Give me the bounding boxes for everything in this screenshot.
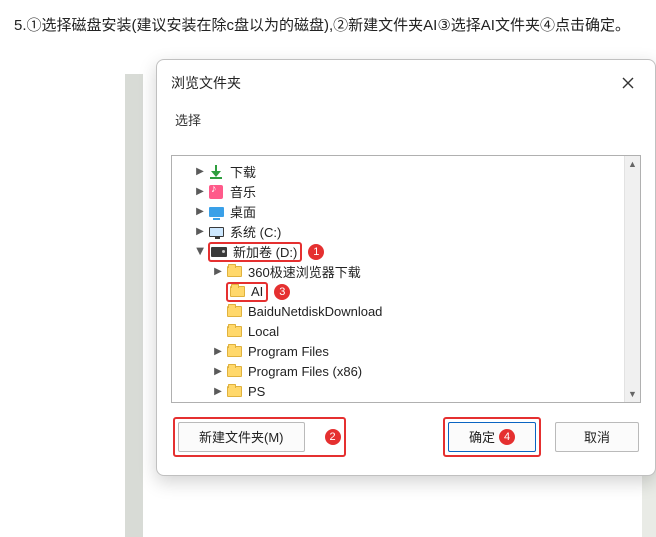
dialog-buttons: 新建文件夹(M) 2 确定 4 取消 <box>171 417 641 461</box>
scroll-up-icon[interactable]: ▲ <box>625 156 640 172</box>
folder-icon <box>226 304 242 320</box>
tree-label: 360极速浏览器下载 <box>248 262 361 281</box>
tree-label: PS <box>248 384 265 399</box>
tree-item-newvol-d[interactable]: ▶ 新加卷 (D:) 1 <box>176 242 636 262</box>
chevron-right-icon[interactable]: ▶ <box>212 386 224 397</box>
music-icon <box>208 184 224 200</box>
tree-item-system-c[interactable]: ▶ 系统 (C:) <box>176 222 636 242</box>
folder-icon <box>226 384 242 400</box>
folder-icon <box>226 324 242 340</box>
chevron-right-icon[interactable]: ▶ <box>212 366 224 377</box>
dialog-prompt: 选择 <box>175 110 641 129</box>
callout-badge: 1 <box>308 244 324 260</box>
chevron-down-icon[interactable]: ▶ <box>195 246 206 258</box>
chevron-right-icon[interactable]: ▶ <box>212 346 224 357</box>
drive-icon <box>211 244 227 260</box>
close-icon <box>622 77 634 89</box>
tree-label: 桌面 <box>230 202 256 221</box>
chevron-right-icon[interactable]: ▶ <box>194 166 206 177</box>
tree-item-downloads[interactable]: ▶ 下载 <box>176 162 636 182</box>
ok-button[interactable]: 确定 4 <box>448 422 536 452</box>
cancel-button[interactable]: 取消 <box>555 422 639 452</box>
tree-label: 下载 <box>230 162 256 181</box>
tree-item[interactable]: ▶ Program Files (x86) <box>176 362 636 382</box>
tree-label: Program Files <box>248 344 329 359</box>
tree-item[interactable]: Local <box>176 322 636 342</box>
tree-label: 系统 (C:) <box>230 222 281 241</box>
tree-label: Program Files (x86) <box>248 364 362 379</box>
titlebar: 浏览文件夹 <box>157 60 655 106</box>
tree-label: 新加卷 (D:) <box>233 242 297 261</box>
close-button[interactable] <box>615 70 641 96</box>
scrollbar[interactable]: ▲ ▼ <box>624 156 640 402</box>
browse-folder-dialog: 浏览文件夹 选择 ▶ 下载 ▶ 音乐 ▶ 桌 <box>156 59 656 476</box>
tree-item-desktop[interactable]: ▶ 桌面 <box>176 202 636 222</box>
callout-badge: 2 <box>325 429 341 445</box>
tree-label: AI <box>251 284 263 299</box>
instruction-text: 5.①选择磁盘安装(建议安装在除c盘以为的磁盘),②新建文件夹AI③选择AI文件… <box>14 12 642 41</box>
folder-tree: ▶ 下载 ▶ 音乐 ▶ 桌面 ▶ 系统 (C:) <box>171 155 641 403</box>
tree-item[interactable]: ▶ 360极速浏览器下载 <box>176 262 636 282</box>
chevron-right-icon[interactable]: ▶ <box>194 226 206 237</box>
chevron-right-icon[interactable]: ▶ <box>194 206 206 217</box>
desktop-icon <box>208 204 224 220</box>
tree-item-music[interactable]: ▶ 音乐 <box>176 182 636 202</box>
callout-highlight: 新建文件夹(M) 2 <box>173 417 346 457</box>
download-icon <box>208 164 224 180</box>
new-folder-button[interactable]: 新建文件夹(M) <box>178 422 305 452</box>
tree-item[interactable]: ▶ Program Files <box>176 342 636 362</box>
tree-item[interactable]: ▶ PS <box>176 382 636 402</box>
folder-icon <box>226 364 242 380</box>
tree-item[interactable]: BaiduNetdiskDownload <box>176 302 636 322</box>
chevron-right-icon[interactable]: ▶ <box>194 186 206 197</box>
background-decor <box>125 74 143 537</box>
tree-label: 音乐 <box>230 182 256 201</box>
tree-label: Local <box>248 324 279 339</box>
callout-highlight: AI <box>226 282 268 302</box>
callout-highlight: 新加卷 (D:) <box>208 242 302 262</box>
folder-icon <box>229 284 245 300</box>
folder-icon <box>226 344 242 360</box>
ok-label: 确定 <box>469 427 495 446</box>
drive-icon <box>208 224 224 240</box>
scroll-down-icon[interactable]: ▼ <box>625 386 640 402</box>
callout-badge: 3 <box>274 284 290 300</box>
callout-highlight: 确定 4 <box>443 417 541 457</box>
dialog-title: 浏览文件夹 <box>171 73 241 93</box>
callout-badge: 4 <box>499 429 515 445</box>
tree-item-ai[interactable]: AI 3 <box>176 282 636 302</box>
folder-icon <box>226 264 242 280</box>
chevron-right-icon[interactable]: ▶ <box>212 266 224 277</box>
tree-label: BaiduNetdiskDownload <box>248 304 382 319</box>
